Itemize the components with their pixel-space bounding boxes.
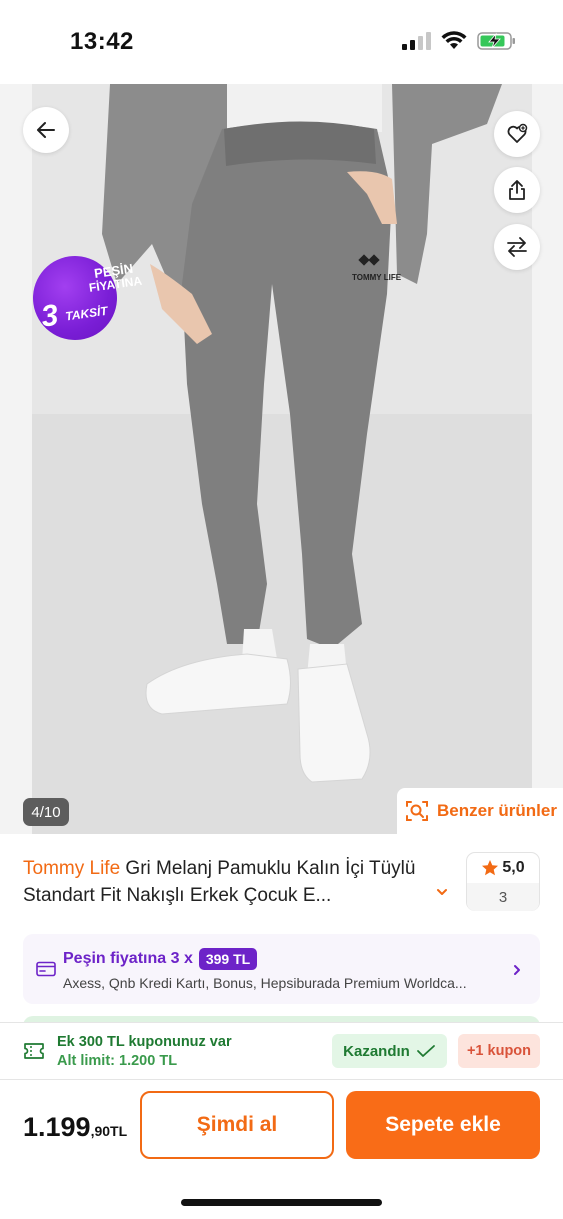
review-count: 3 (467, 883, 539, 911)
coupon-title: Ek 300 TL kuponunuz var (57, 1034, 232, 1050)
home-indicator[interactable] (181, 1199, 382, 1206)
similar-products-button[interactable]: Benzer ürünler (397, 788, 563, 834)
back-button[interactable] (23, 107, 69, 153)
share-button[interactable] (494, 167, 540, 213)
chevron-down-icon[interactable] (435, 885, 449, 899)
battery-charging-icon (477, 32, 515, 50)
product-gallery[interactable]: TOMMY LIFE PEŞİN FİYATINA 3 TAKSİT (0, 84, 563, 834)
product-brand[interactable]: Tommy Life (23, 858, 120, 879)
similar-products-label: Benzer ürünler (437, 801, 557, 820)
installment-card[interactable]: Peşin fiyatına 3 x 399 TL Axess, Qnb Kre… (23, 934, 540, 1004)
favorite-button[interactable] (494, 111, 540, 157)
product-logo-text: TOMMY LIFE (352, 273, 402, 282)
buy-now-button[interactable]: Şimdi al (140, 1091, 334, 1159)
add-to-cart-button[interactable]: Sepete ekle (346, 1091, 540, 1159)
rating-box[interactable]: 5,0 3 (466, 852, 540, 911)
arrow-left-icon (37, 122, 55, 138)
signal-icon (402, 32, 431, 50)
compare-button[interactable] (494, 224, 540, 270)
compare-arrows-icon (507, 237, 527, 257)
status-icons (401, 31, 517, 51)
visual-search-icon (406, 801, 428, 821)
chevron-right-icon (514, 965, 520, 975)
installment-amount: 399 TL (198, 948, 258, 970)
status-bar: 13:42 (0, 0, 563, 84)
coupon-won-chip[interactable]: Kazandın (332, 1034, 447, 1068)
installment-offer: Peşin fiyatına 3 x 399 TL (63, 948, 258, 970)
image-counter: 4/10 (23, 798, 69, 826)
price-main: 1.199 (23, 1112, 91, 1142)
star-icon (482, 860, 499, 876)
coupon-bar[interactable]: Ek 300 TL kuponunuz var Alt limit: 1.200… (0, 1022, 563, 1080)
installment-banks: Axess, Qnb Kredi Kartı, Bonus, Hepsibura… (63, 975, 467, 991)
wifi-icon (441, 31, 467, 49)
product-photo: TOMMY LIFE (32, 84, 532, 834)
share-icon (509, 180, 525, 200)
coupon-won-label: Kazandın (343, 1042, 410, 1060)
installment-label: Peşin fiyatına 3 x (63, 950, 193, 967)
coupon-icon (24, 1043, 44, 1059)
status-time: 13:42 (70, 28, 134, 55)
price: 1.199,90TL (23, 1112, 127, 1143)
credit-card-icon (36, 961, 56, 977)
more-coupons-button[interactable]: +1 kupon (458, 1034, 540, 1068)
product-title[interactable]: Tommy Life Gri Melanj Pamuklu Kalın İçi … (23, 855, 447, 909)
rating-summary: 5,0 (467, 853, 539, 883)
rating-value: 5,0 (502, 859, 525, 876)
coupon-limit: Alt limit: 1.200 TL (57, 1053, 178, 1069)
heart-add-icon (507, 123, 528, 143)
price-decimal: ,90TL (90, 1123, 128, 1139)
checkmark-icon (416, 1045, 435, 1057)
badge-number: 3 (39, 298, 61, 334)
badge-line-4: TAKSİT (64, 303, 109, 324)
